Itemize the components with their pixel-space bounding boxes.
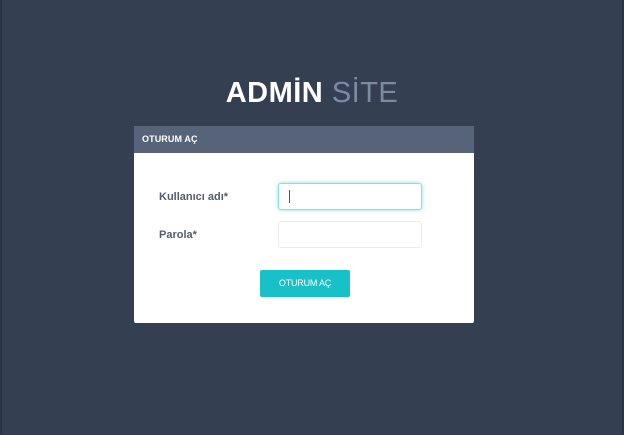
site-title: ADMİN SİTE: [0, 76, 624, 110]
site-title-strong: ADMİN: [225, 77, 324, 109]
username-input[interactable]: [278, 183, 422, 210]
panel-header: OTURUM AÇ: [134, 126, 474, 153]
password-row: Parola*: [134, 221, 474, 249]
username-row: Kullanıcı adı*: [134, 183, 474, 211]
text-cursor: [289, 190, 290, 203]
password-input[interactable]: [278, 221, 422, 248]
login-button[interactable]: OTURUM AÇ: [260, 270, 350, 297]
site-title-light: SİTE: [331, 77, 399, 109]
password-label: Parola*: [159, 229, 197, 241]
username-label: Kullanıcı adı*: [159, 191, 229, 203]
login-panel: OTURUM AÇ Kullanıcı adı* Parola* OTURUM …: [134, 126, 474, 323]
window-edge-left: [0, 0, 2, 435]
